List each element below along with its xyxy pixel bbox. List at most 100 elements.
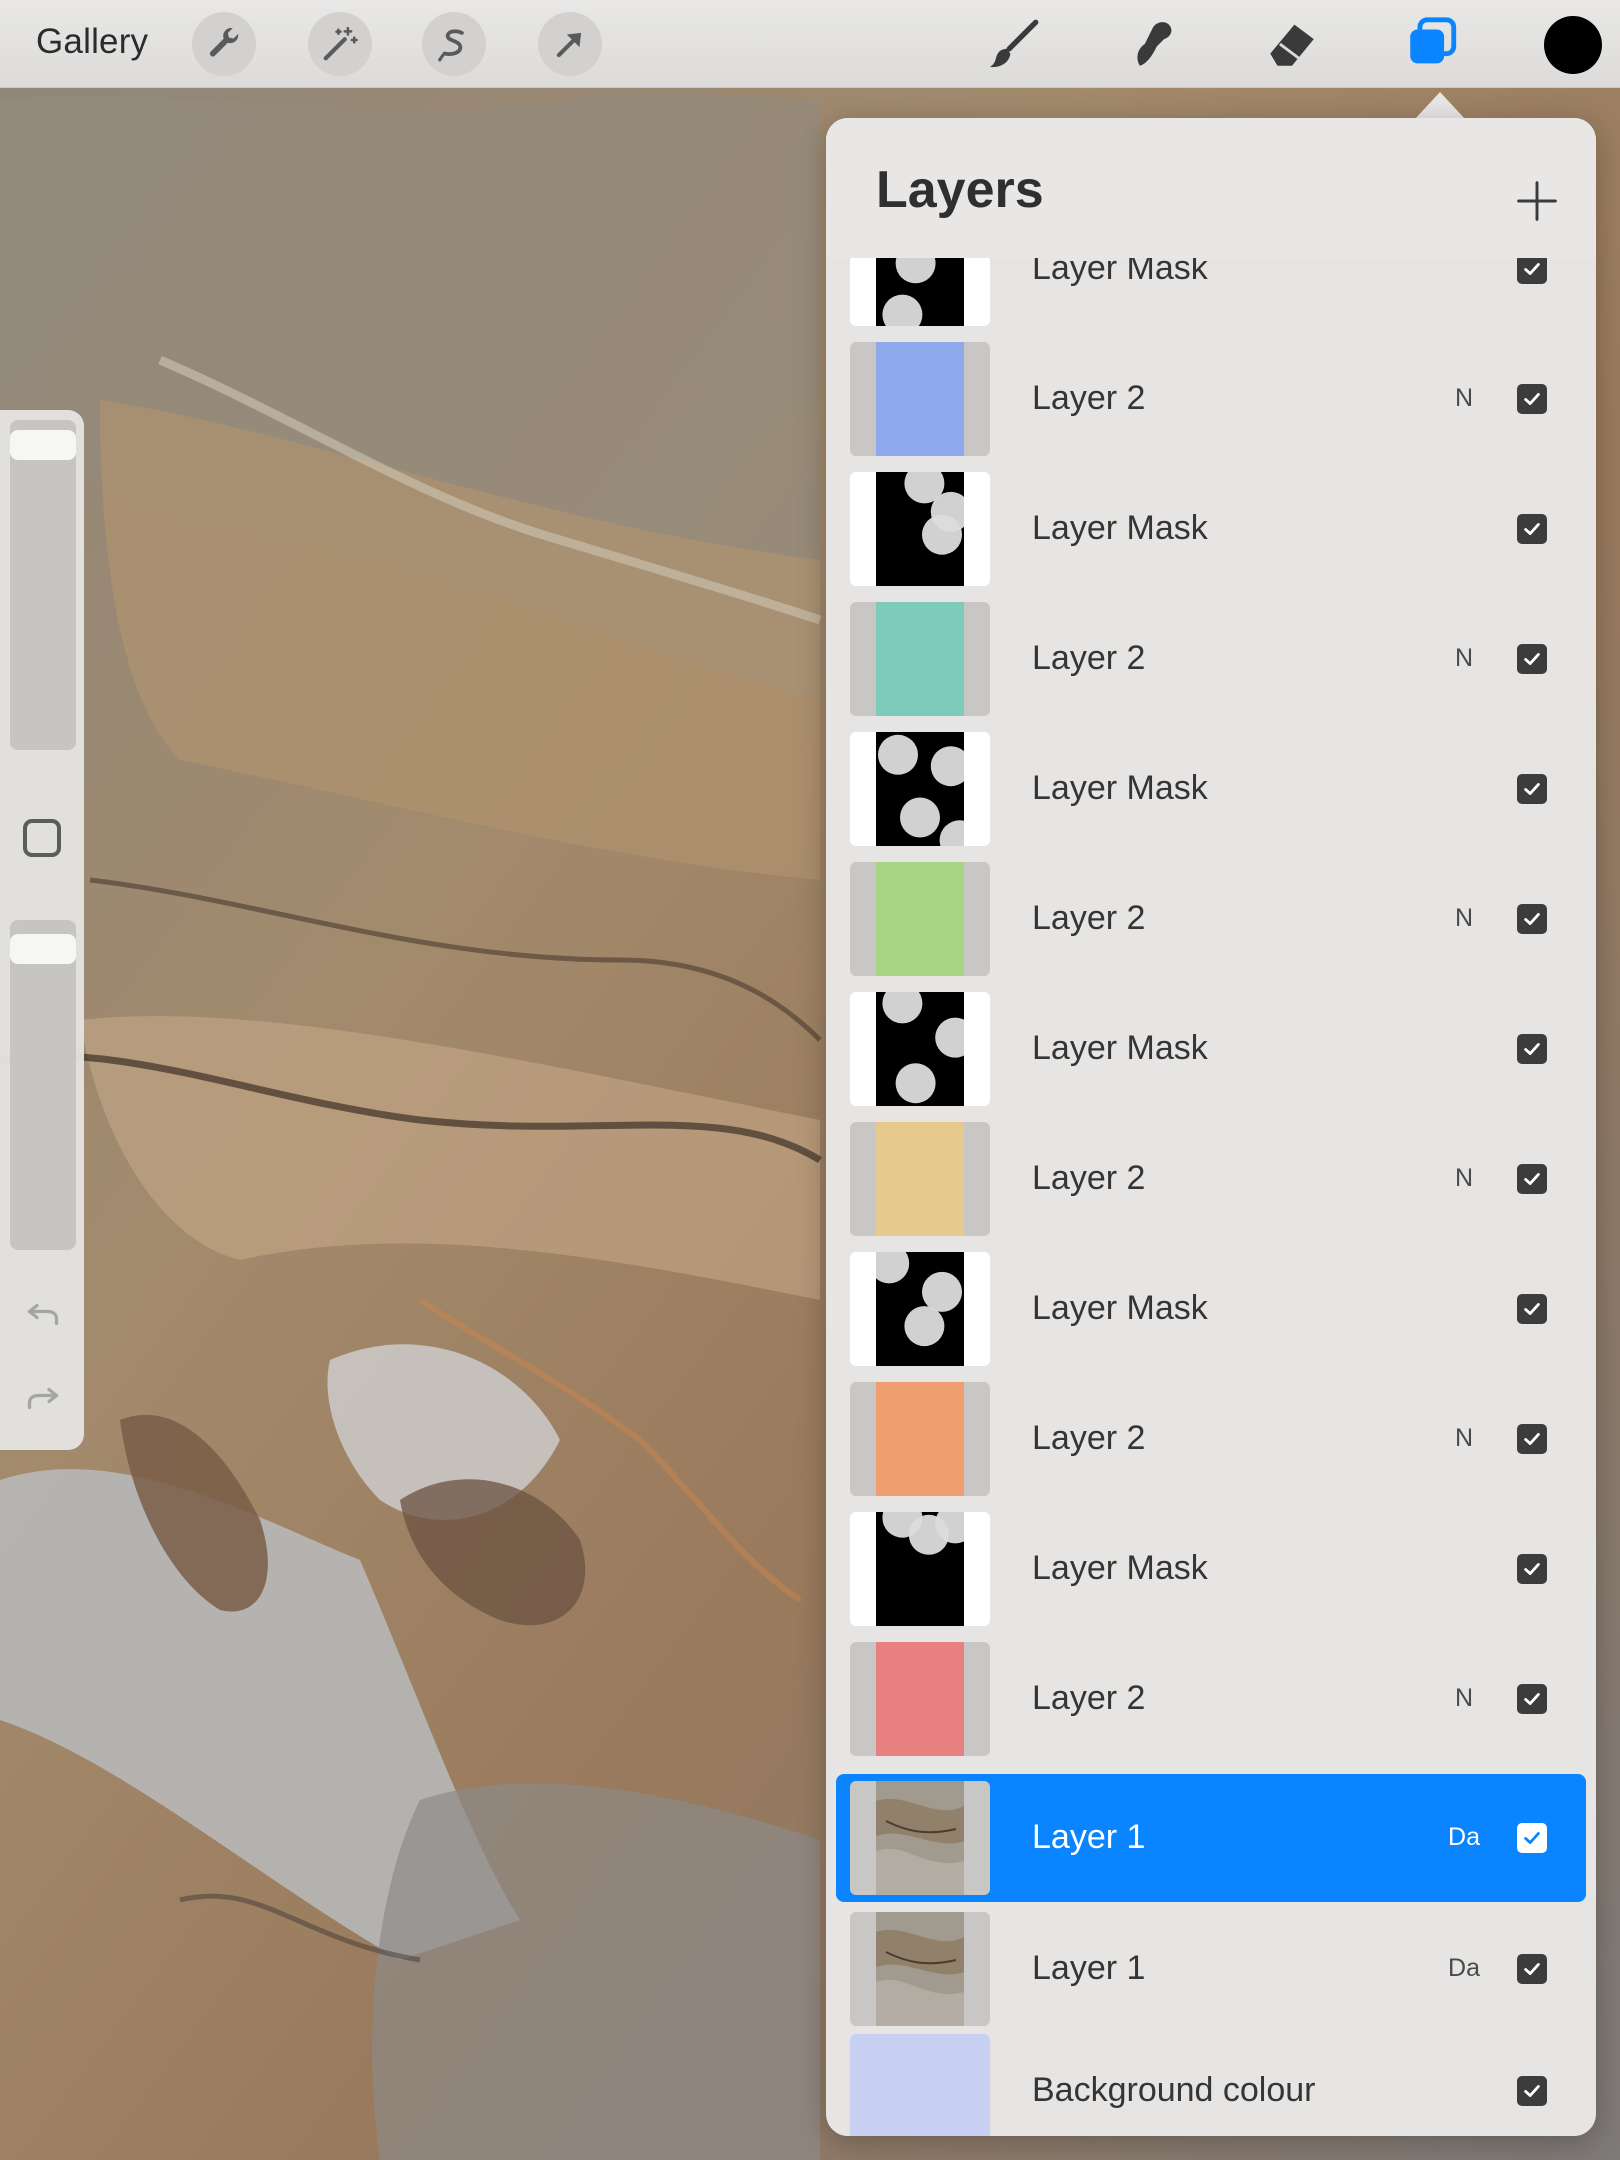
layer-name: Layer Mask bbox=[1032, 258, 1208, 287]
layer-name: Layer 2 bbox=[1032, 1159, 1146, 1197]
visibility-checkbox[interactable] bbox=[1517, 1823, 1547, 1853]
gallery-button[interactable]: Gallery bbox=[36, 22, 148, 62]
color-fill-preview bbox=[876, 1382, 964, 1496]
layer-row[interactable]: Layer 1 Da bbox=[836, 1910, 1586, 2028]
blend-mode-button[interactable]: N bbox=[1436, 1684, 1492, 1713]
visibility-checkbox[interactable] bbox=[1517, 258, 1547, 284]
layer-row[interactable]: Layer 2 N bbox=[836, 1640, 1586, 1758]
color-swatch[interactable] bbox=[1544, 16, 1602, 74]
checkmark-path bbox=[1524, 913, 1540, 925]
plus-icon[interactable] bbox=[1502, 166, 1572, 236]
layer-thumbnail[interactable] bbox=[850, 1512, 990, 1626]
layer-thumbnail[interactable] bbox=[850, 258, 990, 326]
checkmark-path bbox=[1524, 523, 1540, 535]
layer-mask-row[interactable]: Layer Mask bbox=[836, 258, 1586, 328]
layer-thumbnail[interactable] bbox=[850, 862, 990, 976]
layer-name: Layer 2 bbox=[1032, 1419, 1146, 1457]
color-fill-preview bbox=[876, 342, 964, 456]
layer-mask-row[interactable]: Layer Mask bbox=[836, 1250, 1586, 1368]
checkmark-path bbox=[1524, 1043, 1540, 1055]
opacity-handle[interactable] bbox=[10, 934, 76, 964]
layer-mask-row[interactable]: Layer Mask bbox=[836, 730, 1586, 848]
visibility-checkbox[interactable] bbox=[1517, 384, 1547, 414]
layer-name: Layer 1 bbox=[1032, 1949, 1146, 1987]
panel-pointer bbox=[1414, 92, 1466, 120]
layer-thumbnail[interactable] bbox=[850, 1912, 990, 2026]
mask-spot bbox=[878, 734, 918, 775]
layer-thumbnail[interactable] bbox=[850, 2034, 990, 2136]
visibility-checkbox[interactable] bbox=[1517, 644, 1547, 674]
checkmark-icon bbox=[1524, 1043, 1540, 1055]
visibility-checkbox[interactable] bbox=[1517, 1954, 1547, 1984]
checkmark-icon bbox=[1524, 913, 1540, 925]
visibility-checkbox[interactable] bbox=[1517, 1424, 1547, 1454]
visibility-checkbox[interactable] bbox=[1517, 1684, 1547, 1714]
checkmark-path bbox=[1524, 1563, 1540, 1575]
visibility-checkbox[interactable] bbox=[1517, 1034, 1547, 1064]
visibility-checkbox[interactable] bbox=[1517, 904, 1547, 934]
layer-row[interactable]: Layer 2 N bbox=[836, 1380, 1586, 1498]
layer-mask-row[interactable]: Layer Mask bbox=[836, 470, 1586, 588]
background-layer-row[interactable]: Background colour bbox=[836, 2032, 1586, 2136]
smudge-icon[interactable] bbox=[1120, 12, 1184, 76]
checkmark-path bbox=[1524, 1693, 1540, 1705]
mask-spot bbox=[900, 797, 940, 838]
checkmark-path bbox=[1524, 263, 1540, 275]
brush-size-handle[interactable] bbox=[10, 430, 76, 460]
mask-spot bbox=[904, 1306, 945, 1347]
undo-arrow-icon[interactable] bbox=[20, 1290, 66, 1336]
layer-thumbnail[interactable] bbox=[850, 1382, 990, 1496]
blend-mode-button[interactable]: Da bbox=[1436, 1954, 1492, 1983]
visibility-checkbox[interactable] bbox=[1517, 514, 1547, 544]
layer-thumbnail[interactable] bbox=[850, 732, 990, 846]
checkmark-icon bbox=[1524, 1433, 1540, 1445]
checkmark-path bbox=[1524, 393, 1540, 405]
visibility-checkbox[interactable] bbox=[1517, 774, 1547, 804]
checkmark-icon bbox=[1524, 1832, 1540, 1844]
visibility-checkbox[interactable] bbox=[1517, 1294, 1547, 1324]
mask-spot bbox=[922, 514, 962, 555]
wrench-icon[interactable] bbox=[192, 12, 256, 76]
opacity-slider[interactable] bbox=[10, 920, 76, 1250]
blend-mode-button[interactable]: N bbox=[1436, 904, 1492, 933]
layer-thumbnail[interactable] bbox=[850, 1252, 990, 1366]
blend-mode-button[interactable]: N bbox=[1436, 1424, 1492, 1453]
visibility-checkbox[interactable] bbox=[1517, 2076, 1547, 2106]
layer-row[interactable]: Layer 2 N bbox=[836, 340, 1586, 458]
layer-thumbnail[interactable] bbox=[850, 1781, 990, 1895]
layer-thumbnail[interactable] bbox=[850, 1122, 990, 1236]
arrow-cursor-icon[interactable] bbox=[538, 12, 602, 76]
layer-row[interactable]: Layer 2 N bbox=[836, 1120, 1586, 1238]
checkmark-icon bbox=[1524, 1563, 1540, 1575]
selection-s-icon[interactable] bbox=[422, 12, 486, 76]
layer-thumbnail[interactable] bbox=[850, 472, 990, 586]
blend-mode-button[interactable]: N bbox=[1436, 1164, 1492, 1193]
color-fill-preview bbox=[876, 1642, 964, 1756]
blend-mode-button[interactable]: N bbox=[1436, 384, 1492, 413]
visibility-checkbox[interactable] bbox=[1517, 1554, 1547, 1584]
layers-icon[interactable] bbox=[1400, 12, 1464, 76]
mask-preview bbox=[876, 1252, 964, 1366]
brush-icon[interactable] bbox=[982, 12, 1046, 76]
blend-mode-button[interactable]: Da bbox=[1436, 1823, 1492, 1852]
brush-size-slider[interactable] bbox=[10, 420, 76, 750]
layer-thumbnail[interactable] bbox=[850, 342, 990, 456]
eraser-icon[interactable] bbox=[1260, 12, 1324, 76]
mask-spot bbox=[895, 1063, 936, 1104]
visibility-checkbox[interactable] bbox=[1517, 1164, 1547, 1194]
layer-thumbnail[interactable] bbox=[850, 1642, 990, 1756]
top-toolbar: Gallery bbox=[0, 0, 1620, 88]
redo-arrow-icon[interactable] bbox=[20, 1374, 66, 1420]
layer-mask-row[interactable]: Layer Mask bbox=[836, 1510, 1586, 1628]
layer-row[interactable]: Layer 2 N bbox=[836, 860, 1586, 978]
mask-preview bbox=[876, 732, 964, 846]
layer-thumbnail[interactable] bbox=[850, 992, 990, 1106]
blend-mode-button[interactable]: N bbox=[1436, 644, 1492, 673]
mask-preview bbox=[876, 1512, 964, 1626]
layer-row[interactable]: Layer 1 Da bbox=[836, 1774, 1586, 1902]
layer-row[interactable]: Layer 2 N bbox=[836, 600, 1586, 718]
layer-mask-row[interactable]: Layer Mask bbox=[836, 990, 1586, 1108]
square-modify-icon[interactable] bbox=[23, 819, 61, 857]
magic-wand-icon[interactable] bbox=[308, 12, 372, 76]
layer-thumbnail[interactable] bbox=[850, 602, 990, 716]
